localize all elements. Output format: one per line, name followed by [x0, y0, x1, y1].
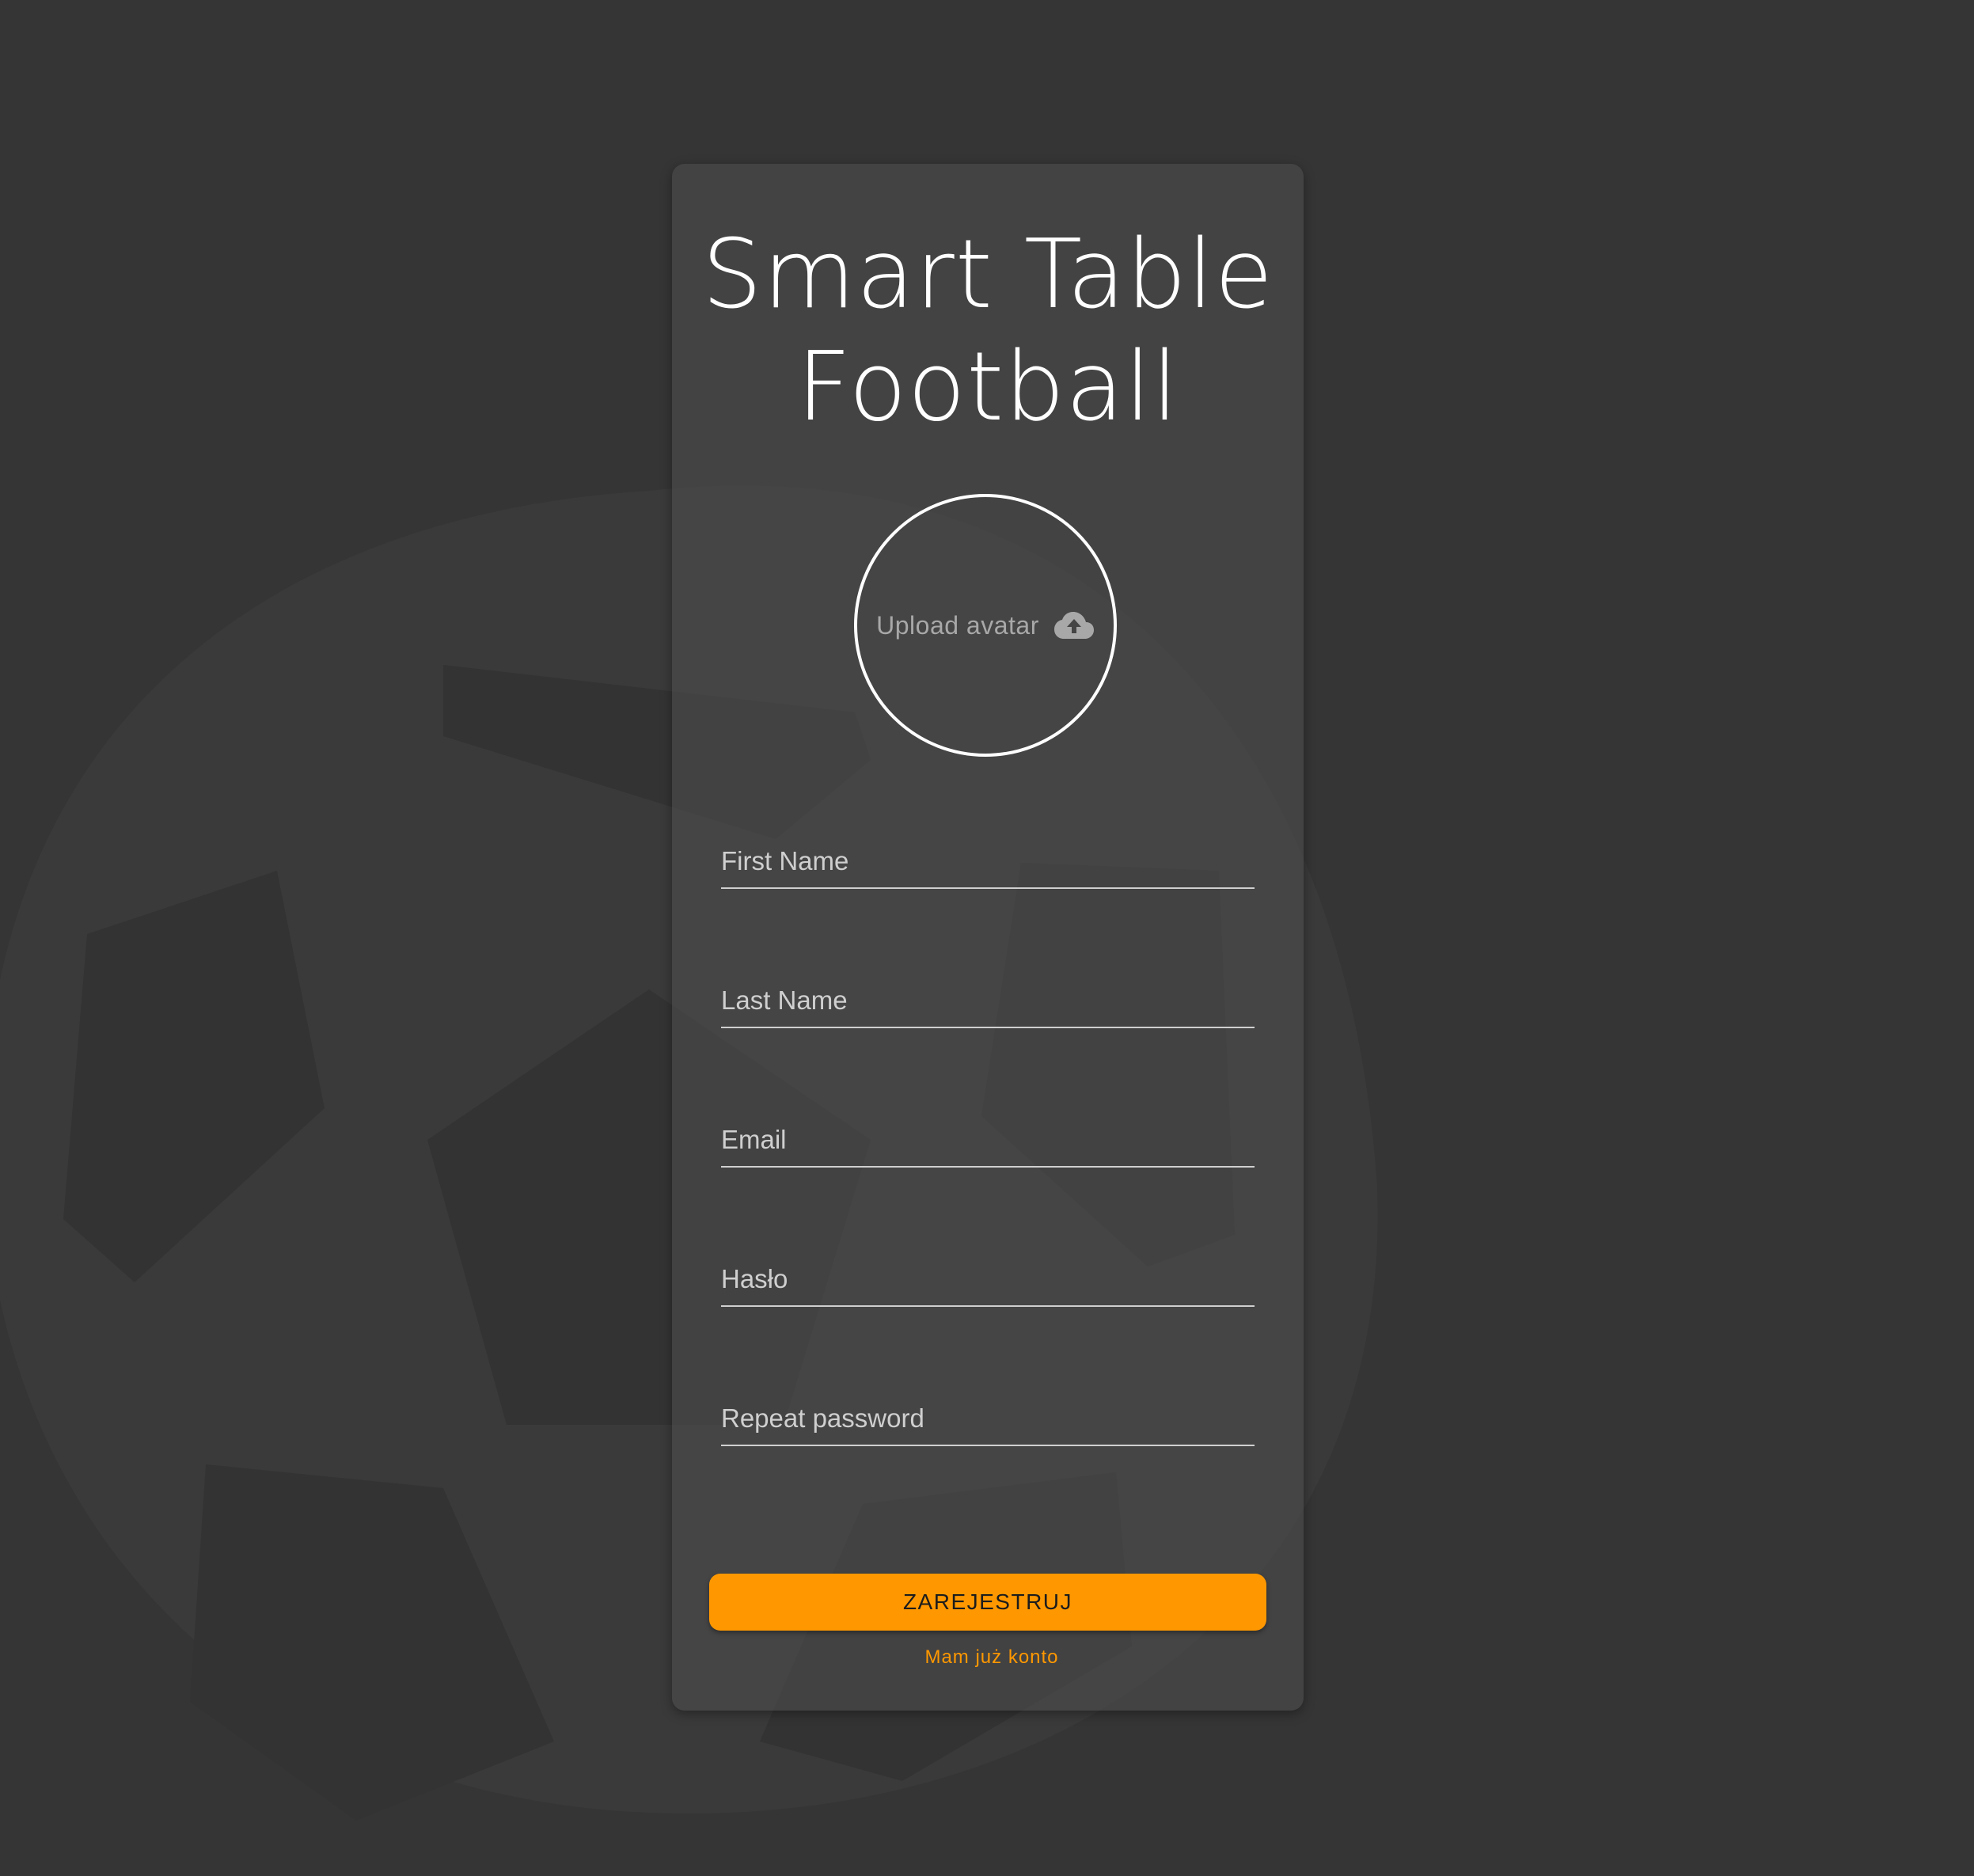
upload-avatar-label: Upload avatar [876, 610, 1039, 640]
app-title: Smart Table Football [672, 219, 1304, 444]
first-name-input[interactable] [721, 843, 1255, 879]
first-name-field[interactable] [721, 834, 1255, 889]
last-name-field[interactable] [721, 973, 1255, 1028]
last-name-input[interactable] [721, 982, 1255, 1019]
password-input[interactable] [721, 1261, 1255, 1297]
page-background: Smart Table Football Upload avatar ZAREJ… [0, 0, 1974, 1876]
app-title-line1: Smart Table [701, 220, 1274, 330]
repeat-password-field[interactable] [721, 1391, 1255, 1446]
registration-card: Smart Table Football Upload avatar ZAREJ… [672, 164, 1304, 1711]
repeat-password-input[interactable] [721, 1400, 1255, 1437]
register-button[interactable]: ZAREJESTRUJ [709, 1574, 1266, 1631]
login-link[interactable]: Mam już konto [672, 1646, 1312, 1669]
app-title-line2: Football [796, 332, 1179, 442]
upload-avatar-button[interactable]: Upload avatar [854, 494, 1117, 757]
password-field[interactable] [721, 1251, 1255, 1307]
cloud-upload-icon [1053, 612, 1094, 639]
email-field[interactable] [721, 1112, 1255, 1168]
email-input[interactable] [721, 1122, 1255, 1158]
